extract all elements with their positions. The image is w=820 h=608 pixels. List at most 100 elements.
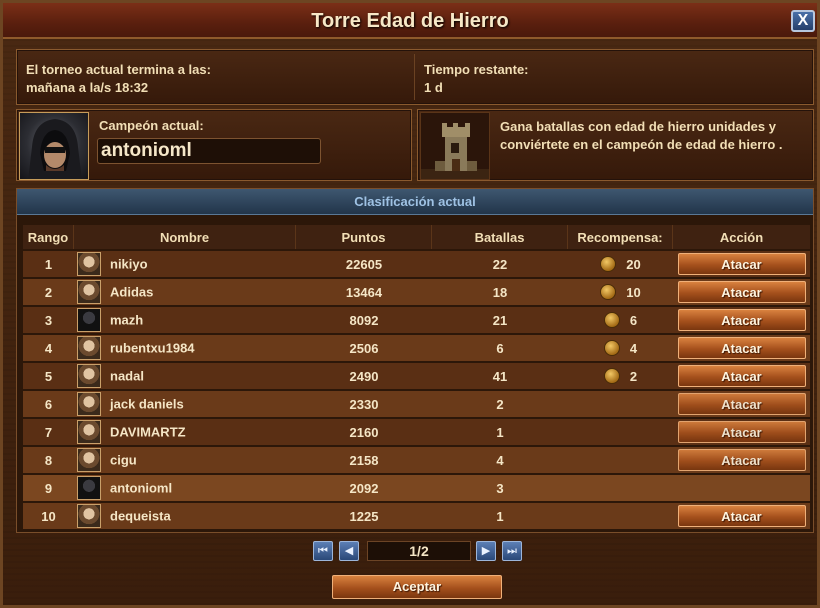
rank-cell: 9 <box>23 475 74 501</box>
player-avatar[interactable] <box>77 364 101 388</box>
rank-cell: 3 <box>23 307 74 333</box>
attack-button[interactable]: Atacar <box>677 309 806 331</box>
reward-cell: 10 <box>568 279 673 305</box>
player-name[interactable]: DAVIMARTZ <box>110 425 186 440</box>
close-button[interactable]: X <box>791 10 815 32</box>
player-avatar[interactable] <box>77 280 101 304</box>
attack-button[interactable]: Atacar <box>677 253 806 275</box>
remaining-label: Tiempo restante: <box>424 62 529 77</box>
player-name[interactable]: jack daniels <box>110 397 184 412</box>
column-header-action: Acción <box>673 225 810 249</box>
battles-cell: 1 <box>432 503 568 529</box>
battles-cell: 4 <box>432 447 568 473</box>
rank-cell: 2 <box>23 279 74 305</box>
hooded-figure-portrait-icon <box>19 112 89 180</box>
points-cell: 13464 <box>296 279 432 305</box>
points-cell: 2092 <box>296 475 432 501</box>
medal-icon <box>603 368 620 385</box>
ranking-header: Clasificación actual <box>17 189 813 215</box>
attack-button[interactable]: Atacar <box>677 365 806 387</box>
page-indicator: 1/2 <box>367 541 471 561</box>
player-name[interactable]: dequeista <box>110 509 171 524</box>
first-page-button[interactable]: ⏮ <box>313 541 333 561</box>
attack-button[interactable]: Atacar <box>677 449 806 471</box>
action-cell: Atacar <box>673 503 810 529</box>
player-name[interactable]: rubentxu1984 <box>110 341 195 356</box>
rank-cell: 7 <box>23 419 74 445</box>
points-cell: 2490 <box>296 363 432 389</box>
attack-button[interactable]: Atacar <box>677 337 806 359</box>
reward-cell: 20 <box>568 251 673 277</box>
accept-button[interactable]: Aceptar <box>332 575 502 599</box>
reward-cell <box>568 503 673 529</box>
previous-page-button[interactable]: ◀ <box>339 541 359 561</box>
player-name[interactable]: mazh <box>110 313 143 328</box>
points-cell: 2330 <box>296 391 432 417</box>
table-row: 7 DAVIMARTZ 2160 1 Atacar <box>23 419 810 445</box>
reward-cell: 2 <box>568 363 673 389</box>
goal-panel: Gana batallas con edad de hierro unidade… <box>417 109 814 181</box>
player-avatar[interactable] <box>77 392 101 416</box>
battles-cell: 3 <box>432 475 568 501</box>
rank-cell: 8 <box>23 447 74 473</box>
last-page-button[interactable]: ⏭ <box>502 541 522 561</box>
player-name[interactable]: nikiyo <box>110 257 148 272</box>
battles-cell: 6 <box>432 335 568 361</box>
name-cell: dequeista <box>74 503 296 529</box>
player-name[interactable]: antonioml <box>110 481 172 496</box>
action-cell: Atacar <box>673 307 810 333</box>
player-name[interactable]: nadal <box>110 369 144 384</box>
column-header-name: Nombre <box>74 225 296 249</box>
ends-label: El torneo actual termina a las: <box>26 62 211 77</box>
medal-icon <box>603 312 620 329</box>
battles-cell: 1 <box>432 419 568 445</box>
player-avatar[interactable] <box>77 252 101 276</box>
name-cell: cigu <box>74 447 296 473</box>
info-divider <box>414 54 415 100</box>
next-page-button[interactable]: ▶ <box>476 541 496 561</box>
table-row: 8 cigu 2158 4 Atacar <box>23 447 810 473</box>
table-row: 3 mazh 8092 21 6 Atacar <box>23 307 810 333</box>
table-row: 6 jack daniels 2330 2 Atacar <box>23 391 810 417</box>
battles-cell: 22 <box>432 251 568 277</box>
attack-button[interactable]: Atacar <box>677 393 806 415</box>
rank-cell: 10 <box>23 503 74 529</box>
champion-name: antonioml <box>97 138 321 164</box>
name-cell: rubentxu1984 <box>74 335 296 361</box>
action-cell: Atacar <box>673 447 810 473</box>
remaining-value: 1 d <box>424 80 443 95</box>
player-avatar[interactable] <box>77 504 101 528</box>
column-header-points: Puntos <box>296 225 432 249</box>
player-avatar[interactable] <box>77 476 101 500</box>
attack-button[interactable]: Atacar <box>677 281 806 303</box>
points-cell: 8092 <box>296 307 432 333</box>
ranking-header-row: Rango Nombre Puntos Batallas Recompensa:… <box>23 225 810 249</box>
name-cell: mazh <box>74 307 296 333</box>
player-avatar[interactable] <box>77 448 101 472</box>
player-name[interactable]: cigu <box>110 453 137 468</box>
player-avatar[interactable] <box>77 308 101 332</box>
table-row: 1 nikiyo 22605 22 20 Atacar <box>23 251 810 277</box>
battles-cell: 18 <box>432 279 568 305</box>
champion-label: Campeón actual: <box>99 118 204 133</box>
tower-icon <box>420 112 490 180</box>
name-cell: antonioml <box>74 475 296 501</box>
attack-button[interactable]: Atacar <box>677 421 806 443</box>
medal-icon <box>600 256 617 273</box>
points-cell: 2158 <box>296 447 432 473</box>
name-cell: jack daniels <box>74 391 296 417</box>
player-avatar[interactable] <box>77 336 101 360</box>
action-cell: Atacar <box>673 363 810 389</box>
player-name[interactable]: Adidas <box>110 285 153 300</box>
battles-cell: 21 <box>432 307 568 333</box>
dialog-title: Torre Edad de Hierro <box>311 10 509 32</box>
rank-cell: 6 <box>23 391 74 417</box>
ranking-table: Rango Nombre Puntos Batallas Recompensa:… <box>23 223 810 531</box>
reward-count: 6 <box>629 312 638 328</box>
rank-cell: 5 <box>23 363 74 389</box>
action-cell <box>673 475 810 501</box>
table-row: 5 nadal 2490 41 2 Atacar <box>23 363 810 389</box>
attack-button[interactable]: Atacar <box>677 505 806 527</box>
player-avatar[interactable] <box>77 420 101 444</box>
reward-cell: 6 <box>568 307 673 333</box>
